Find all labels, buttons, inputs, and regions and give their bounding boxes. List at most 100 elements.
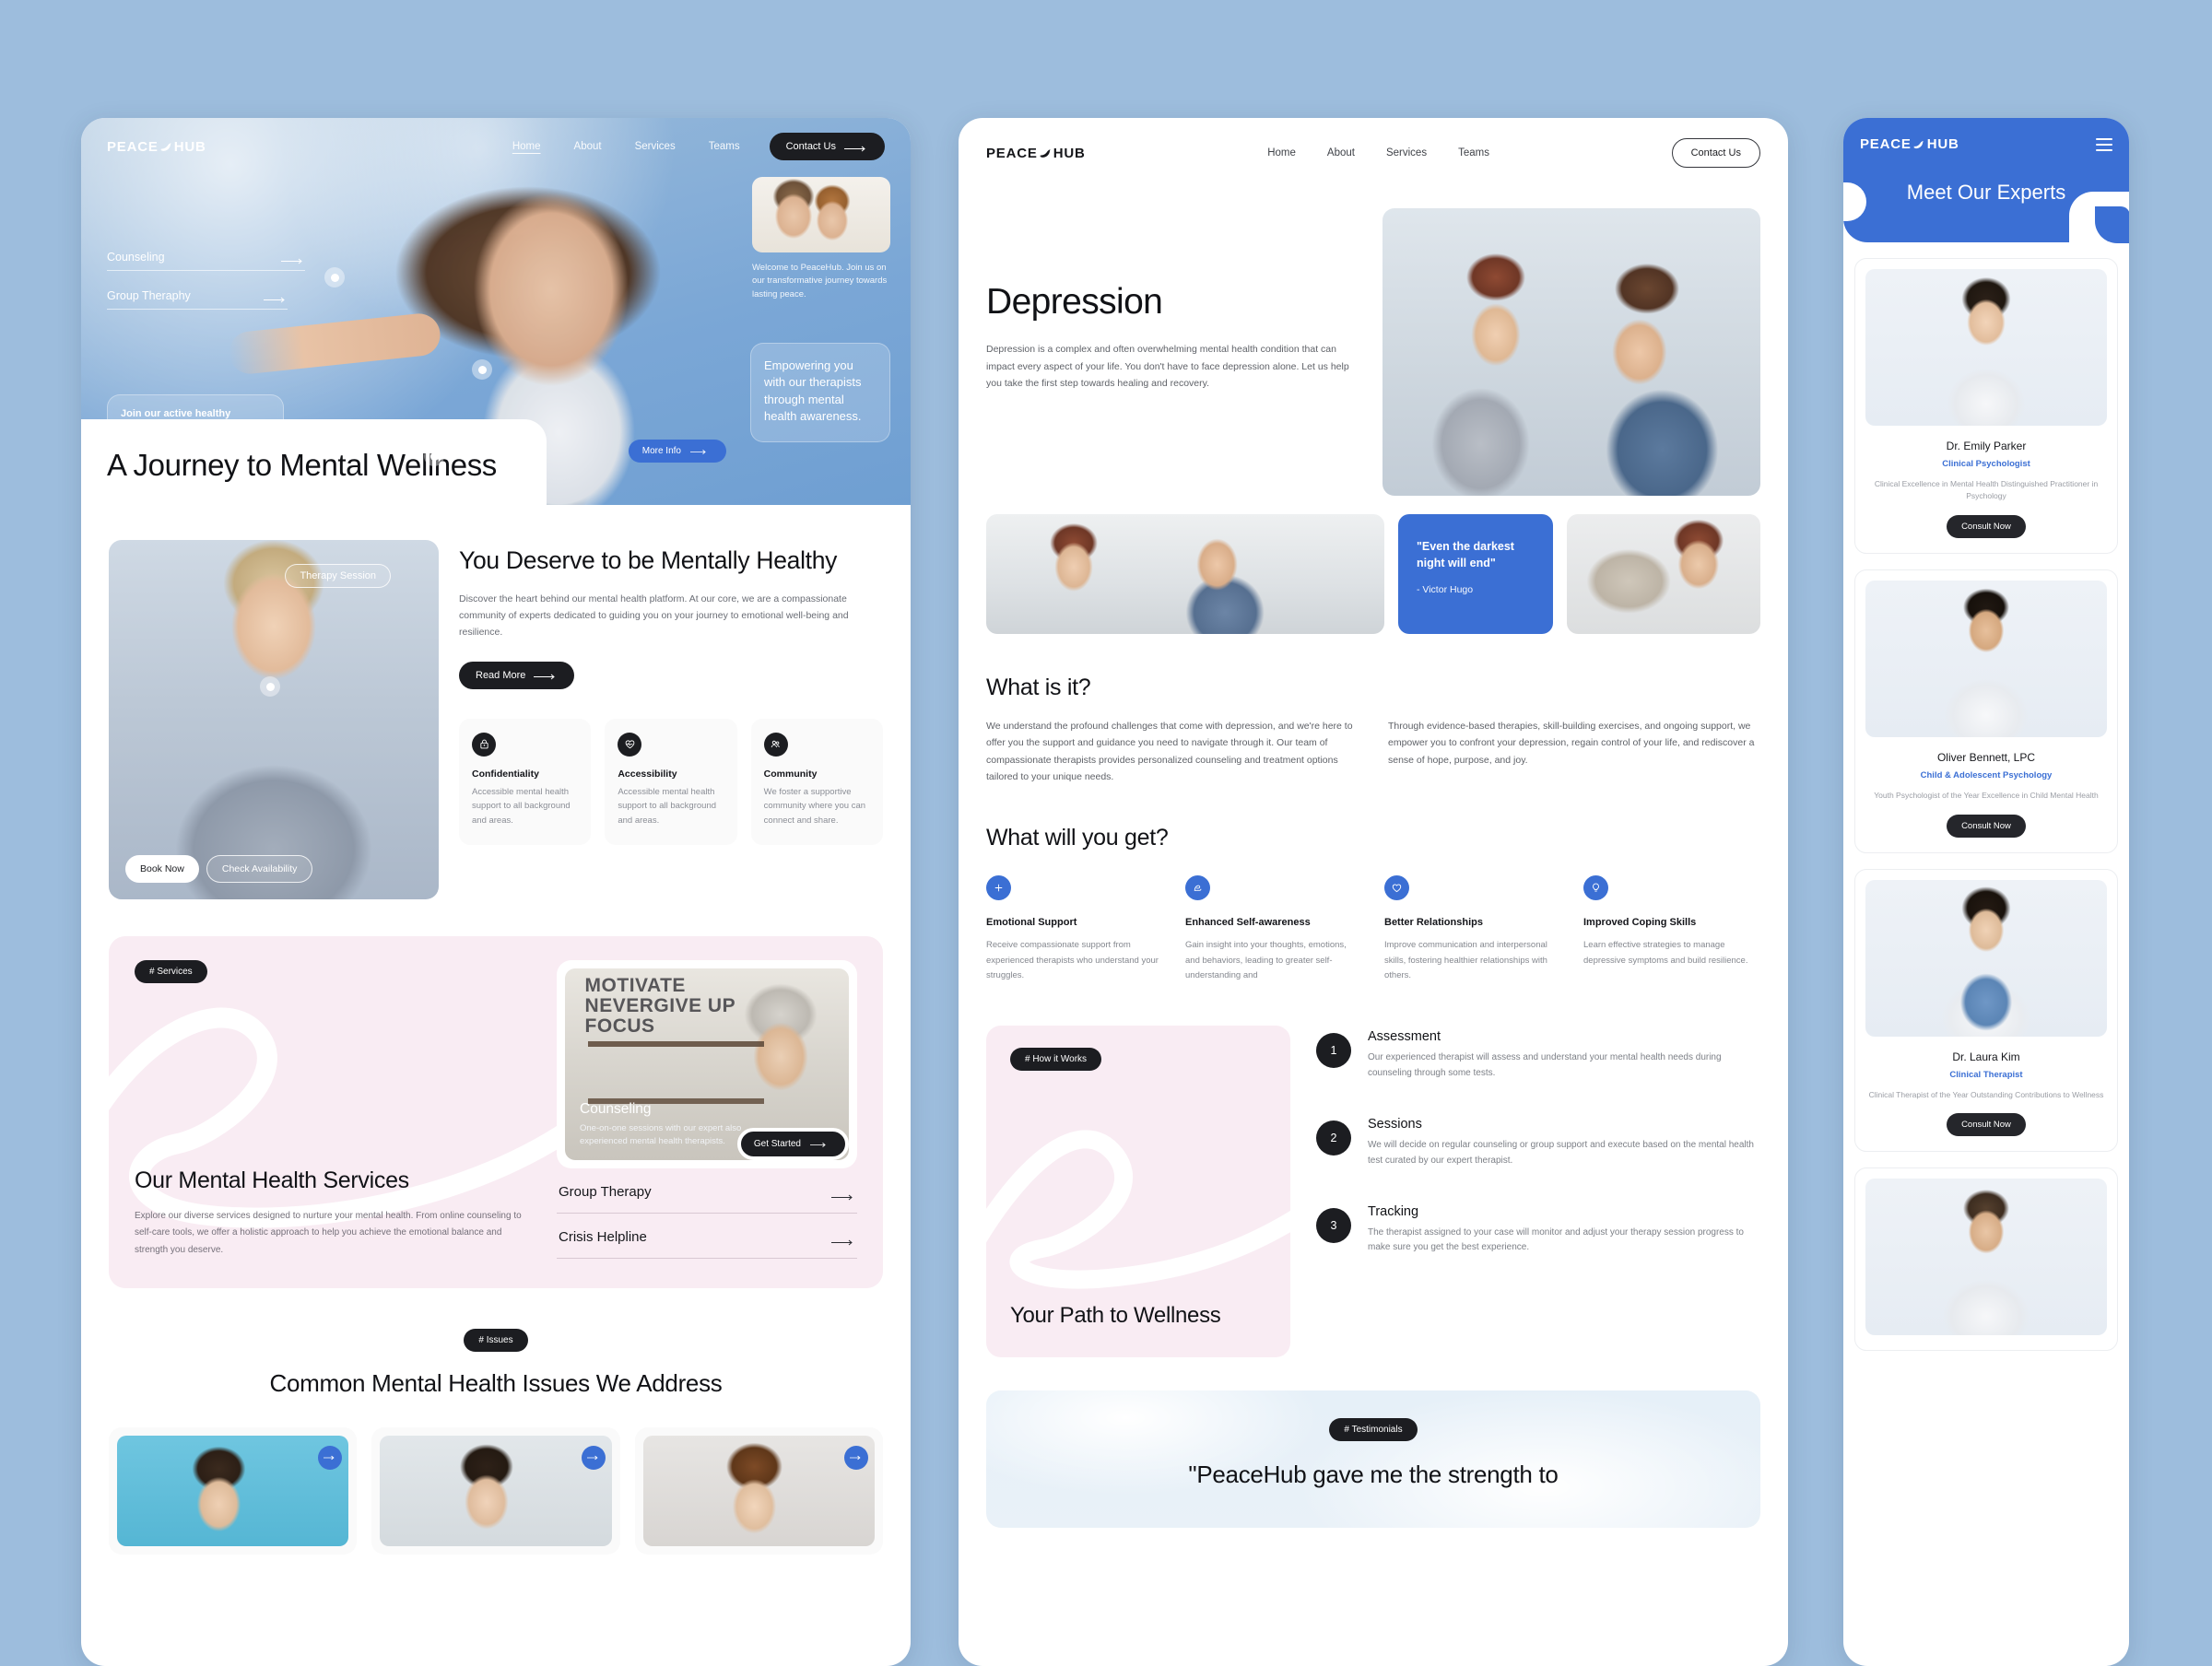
expert-bio: Clinical Therapist of the Year Outstandi…: [1868, 1089, 2104, 1099]
hamburger-menu-icon[interactable]: [2096, 137, 2112, 151]
arrow-right-icon: [264, 293, 288, 302]
get-started-button[interactable]: Get Started: [736, 1128, 849, 1160]
testimonials-section: # Testimonials "PeaceHub gave me the str…: [986, 1390, 1760, 1528]
depression-hero-photo: [1382, 208, 1760, 496]
issue-card[interactable]: [634, 1426, 883, 1555]
mobile-topbar: PEACE HUB: [1860, 136, 2112, 152]
peacehub-logo[interactable]: PEACE HUB: [986, 146, 1086, 161]
check-availability-button[interactable]: Check Availability: [206, 855, 313, 883]
squiggle-decoration: [986, 1130, 1290, 1289]
home-nav-links: Home About Services Teams: [512, 141, 740, 152]
service-row-crisis-helpline[interactable]: Crisis Helpline: [557, 1214, 857, 1259]
consult-now-button[interactable]: Consult Now: [1947, 1113, 2026, 1137]
step-tracking: 3 Tracking The therapist assigned to you…: [1316, 1204, 1760, 1257]
step-title: Assessment: [1368, 1029, 1441, 1045]
feature-cards: Confidentiality Accessible mental health…: [459, 718, 883, 845]
benefit-text: Improve communication and interpersonal …: [1384, 940, 1547, 980]
hero-link-counseling-label: Counseling: [107, 251, 165, 264]
depression-image-strip: "Even the darkest night will end" - Vict…: [959, 496, 1788, 634]
arrow-right-icon[interactable]: [843, 1445, 868, 1470]
consult-now-button[interactable]: Consult Now: [1947, 514, 2026, 538]
deserve-body: Discover the heart behind our mental hea…: [459, 593, 849, 639]
contact-us-label: Contact Us: [785, 141, 836, 152]
notch-decoration: [2069, 191, 2129, 243]
home-navbar: PEACE HUB Home About Services Teams Cont…: [81, 118, 911, 175]
therapy-session-tag: Therapy Session: [285, 564, 391, 588]
issue-cards: [109, 1426, 883, 1555]
feature-text: Accessible mental health support to all …: [472, 786, 571, 826]
feature-card-confidentiality: Confidentiality Accessible mental health…: [459, 718, 592, 845]
dove-icon: [1039, 147, 1053, 159]
counseling-card[interactable]: MOTIVATE NEVERGIVE UP FOCUS Counseling O…: [557, 960, 857, 1168]
quote-card: "Even the darkest night will end" - Vict…: [1398, 514, 1553, 634]
read-more-button[interactable]: Read More: [459, 661, 575, 689]
benefit-enhanced-self-awareness: Enhanced Self-awareness Gain insight int…: [1185, 874, 1362, 984]
services-title: Our Mental Health Services: [135, 1167, 409, 1193]
quote-author: - Victor Hugo: [1417, 584, 1474, 596]
benefit-text: Gain insight into your thoughts, emotion…: [1185, 940, 1347, 980]
read-more-label: Read More: [476, 669, 526, 681]
how-it-works-section: # How it Works Your Path to Wellness 1 A…: [959, 1026, 1788, 1358]
deserve-section: Therapy Session Book Now Check Availabil…: [81, 505, 911, 899]
feature-text: We foster a supportive community where y…: [763, 786, 866, 826]
feature-card-community: Community We foster a supportive communi…: [750, 718, 883, 845]
logo-text-right: HUB: [1053, 145, 1086, 161]
nav-item-services[interactable]: Services: [635, 141, 676, 152]
nav-item-teams[interactable]: Teams: [709, 141, 740, 152]
peacehub-logo[interactable]: PEACE HUB: [107, 139, 206, 155]
consult-now-button[interactable]: Consult Now: [1947, 814, 2026, 838]
testimonials-tag: # Testimonials: [1329, 1418, 1418, 1442]
arrow-right-icon: [281, 254, 305, 264]
issue-card[interactable]: [371, 1426, 620, 1555]
hotspot-dot-icon[interactable]: [472, 359, 492, 380]
expert-card-oliver-bennett: Oliver Bennett, LPC Child & Adolescent P…: [1854, 569, 2118, 853]
hero-quick-links: Counseling Group Theraphy: [107, 247, 305, 324]
issue-card[interactable]: [109, 1426, 358, 1555]
hero-welcome-text: Welcome to PeaceHub. Join us on our tran…: [752, 263, 888, 299]
step-title: Sessions: [1368, 1116, 1422, 1132]
expert-name: Oliver Bennett, LPC: [1936, 750, 2036, 764]
step-text: The therapist assigned to your case will…: [1368, 1226, 1744, 1253]
peacehub-logo[interactable]: PEACE HUB: [1860, 136, 1959, 152]
hotspot-dot-icon[interactable]: [260, 676, 280, 697]
hero-link-group-therapy[interactable]: Group Theraphy: [107, 286, 288, 310]
feature-title: Accessibility: [618, 768, 677, 780]
people-icon: [763, 732, 788, 757]
arrow-right-icon: [688, 448, 712, 454]
counseling-title: Counseling: [580, 1100, 652, 1117]
contact-us-button[interactable]: Contact Us: [1671, 138, 1760, 168]
expert-photo: [1865, 879, 2107, 1037]
therapy-photo-actions: Book Now Check Availability: [125, 855, 313, 883]
hotspot-dot-icon[interactable]: [324, 267, 345, 287]
deserve-content: You Deserve to be Mentally Healthy Disco…: [459, 540, 883, 899]
dove-icon: [159, 141, 173, 153]
nav-item-home[interactable]: Home: [1267, 147, 1296, 158]
dove-icon: [1912, 138, 1926, 150]
issues-section: # Issues Common Mental Health Issues We …: [81, 1329, 911, 1555]
expert-role: Child & Adolescent Psychology: [1920, 769, 2053, 780]
book-now-button[interactable]: Book Now: [125, 855, 199, 883]
more-info-button[interactable]: More Info: [628, 440, 726, 463]
nav-item-home[interactable]: Home: [512, 141, 541, 152]
couch-session-photo: [1567, 514, 1760, 634]
hero-welcome-photo: [752, 177, 890, 252]
service-row-group-therapy[interactable]: Group Therapy: [557, 1168, 857, 1214]
arrow-right-icon[interactable]: [581, 1445, 606, 1470]
testimonials-headline: "PeaceHub gave me the strength to: [1188, 1461, 1559, 1489]
feature-title: Community: [763, 768, 818, 780]
depression-navbar: PEACE HUB Home About Services Teams Cont…: [959, 118, 1788, 168]
services-section: # Services Our Mental Health Services Ex…: [109, 936, 883, 1288]
more-info-label: More Info: [641, 446, 681, 456]
nav-item-services[interactable]: Services: [1386, 147, 1427, 158]
expert-card-laura-kim: Dr. Laura Kim Clinical Therapist Clinica…: [1854, 868, 2118, 1153]
muscle-icon: [1185, 874, 1210, 900]
step-number: 3: [1316, 1207, 1351, 1243]
nav-item-about[interactable]: About: [1327, 147, 1355, 158]
contact-us-button[interactable]: Contact Us: [769, 133, 885, 160]
arrow-right-icon[interactable]: [318, 1445, 343, 1470]
logo-text-left: PEACE: [986, 145, 1038, 161]
nav-item-about[interactable]: About: [574, 141, 602, 152]
hero-link-counseling[interactable]: Counseling: [107, 247, 305, 271]
nav-item-teams[interactable]: Teams: [1458, 147, 1489, 158]
hotspot-dot-icon[interactable]: [424, 446, 444, 466]
